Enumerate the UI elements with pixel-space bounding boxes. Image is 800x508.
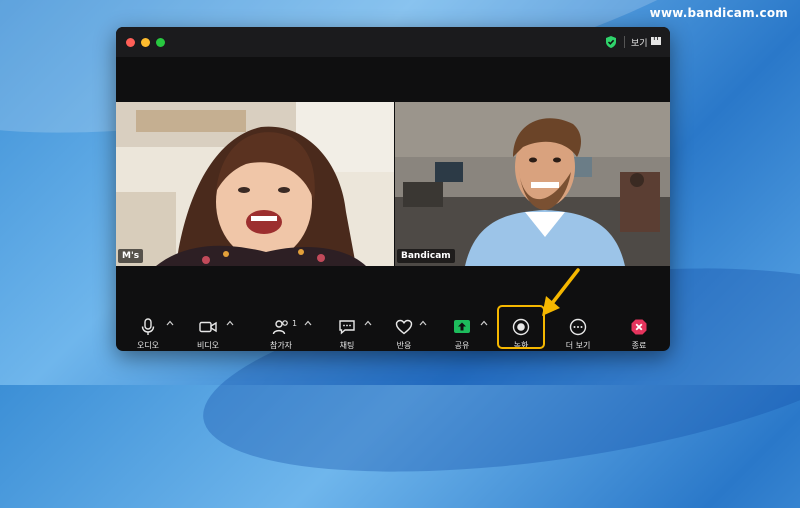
participants-button-label: 참가자 [269, 341, 293, 350]
chat-button[interactable]: 채팅 [330, 311, 364, 351]
more-icon [569, 318, 587, 336]
view-button-label[interactable]: 보기 [631, 36, 648, 49]
video-camera-icon [199, 321, 217, 333]
chevron-up-icon[interactable] [364, 319, 372, 327]
chevron-up-icon[interactable] [166, 319, 174, 327]
participants-icon [272, 320, 288, 335]
chevron-up-icon[interactable] [480, 319, 488, 327]
annotation-arrow-icon [542, 268, 580, 316]
audio-button[interactable]: 오디오 [130, 311, 166, 351]
grid-view-icon[interactable] [651, 36, 661, 46]
reactions-button-label: 반응 [396, 341, 412, 350]
participant-name-tag: M's [118, 249, 144, 263]
minimize-window-button[interactable] [141, 38, 150, 47]
participant-video-image [395, 102, 670, 266]
watermark: www.bandicam.com [649, 6, 788, 20]
maximize-window-button[interactable] [156, 38, 165, 47]
chevron-up-icon[interactable] [226, 319, 234, 327]
close-icon [631, 319, 647, 335]
microphone-icon [141, 318, 155, 335]
more-button-label: 더 보기 [565, 341, 591, 350]
share-screen-button[interactable]: 공유 [444, 311, 480, 351]
audio-button-label: 오디오 [136, 341, 160, 350]
shield-icon[interactable] [604, 35, 618, 49]
participants-count: 1 [292, 319, 298, 328]
chevron-up-icon[interactable] [419, 319, 427, 327]
video-button[interactable]: 비디오 [190, 311, 226, 351]
share-screen-icon [454, 320, 470, 333]
participant-video: M's [116, 102, 394, 266]
heart-icon [395, 319, 413, 335]
participants-button[interactable]: 참가자 [262, 311, 300, 351]
participant-video-image [116, 102, 394, 266]
video-button-label: 비디오 [196, 341, 220, 350]
end-meeting-button-label: 종료 [631, 341, 647, 350]
meeting-window: 보기 M's Bandicam 오디오 비디오 참가자 1 채팅 반응 공유 녹… [116, 27, 670, 351]
chat-button-label: 채팅 [339, 341, 355, 350]
reactions-button[interactable]: 반응 [386, 311, 422, 351]
titlebar-divider [624, 36, 625, 48]
participant-name-tag: Bandicam [397, 249, 455, 263]
close-window-button[interactable] [126, 38, 135, 47]
titlebar: 보기 [116, 27, 670, 57]
share-screen-button-label: 공유 [454, 341, 470, 350]
meeting-toolbar: 오디오 비디오 참가자 1 채팅 반응 공유 녹화 더 보기 종료 [116, 311, 670, 351]
chevron-up-icon[interactable] [304, 319, 312, 327]
end-meeting-button[interactable]: 종료 [622, 311, 656, 351]
chat-icon [339, 320, 355, 335]
participant-video: Bandicam [395, 102, 670, 266]
